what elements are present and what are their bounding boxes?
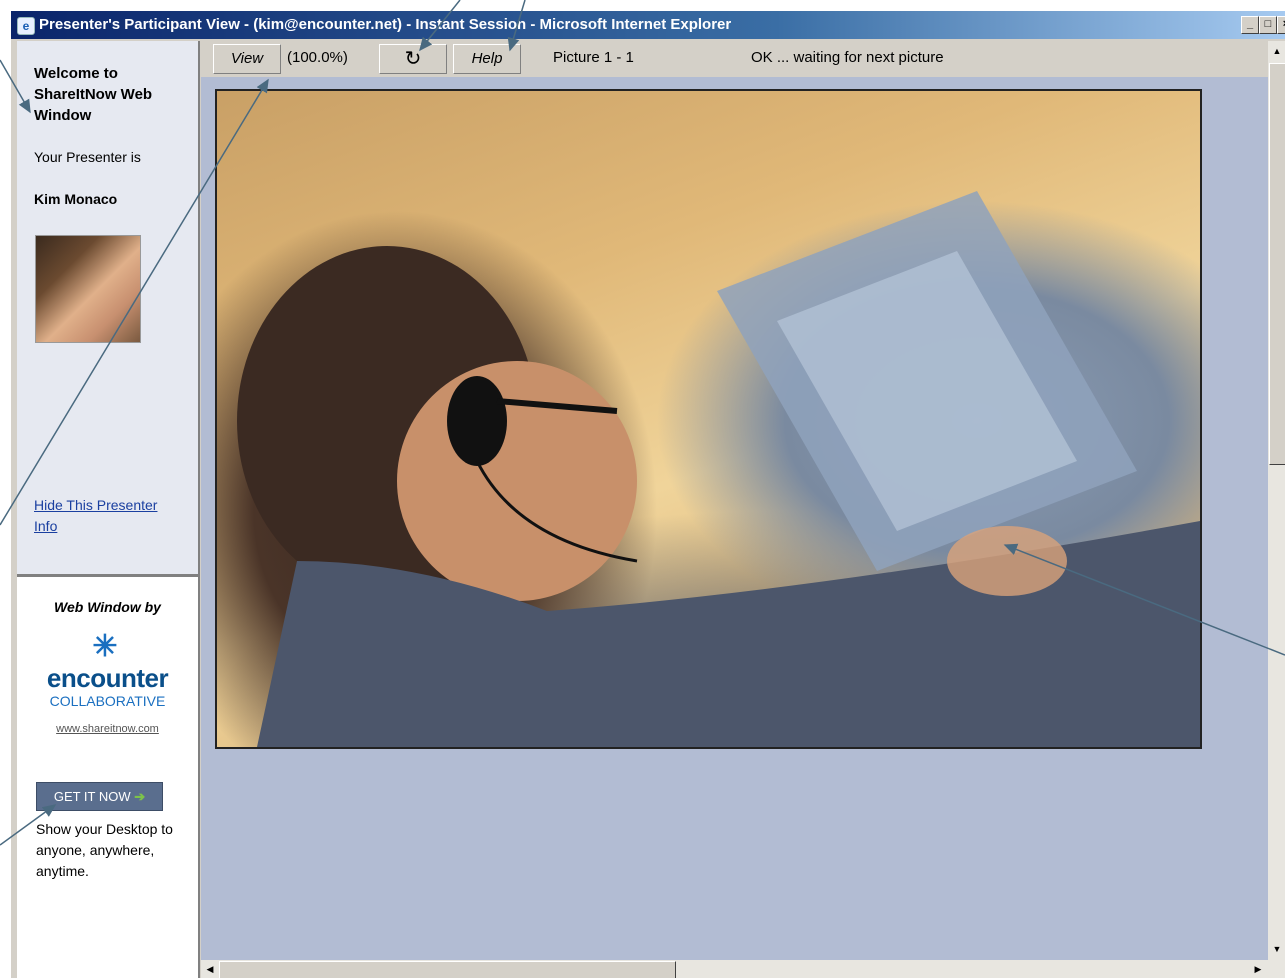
- shared-picture-drawing: [237, 191, 1200, 747]
- status-text: OK ... waiting for next picture: [751, 49, 944, 66]
- presenter-label: Your Presenter is: [34, 149, 141, 165]
- ad-panel: Web Window by ✳ encounter COLLABORATIVE …: [17, 577, 198, 978]
- maximize-button[interactable]: □: [1259, 16, 1277, 34]
- zoom-level: (100.0%): [287, 49, 348, 66]
- ie-icon: e: [17, 17, 35, 35]
- get-it-now-button[interactable]: GET IT NOW ➔: [36, 782, 163, 811]
- presenter-info-panel: Welcome to ShareItNow Web Window Your Pr…: [17, 41, 198, 577]
- close-button[interactable]: ×: [1277, 16, 1285, 34]
- ad-brand: encounter: [46, 663, 169, 693]
- title-bar[interactable]: e Presenter's Participant View - (kim@en…: [11, 11, 1285, 39]
- presenter-name: Kim Monaco: [34, 191, 118, 207]
- horizontal-scrollbar[interactable]: ◀ ▶: [201, 960, 1268, 978]
- help-button[interactable]: Help: [453, 44, 521, 74]
- encounter-logo-icon: ✳: [92, 630, 118, 663]
- ad-url-link[interactable]: www.shareitnow.com: [17, 723, 198, 735]
- hide-presenter-info-link[interactable]: Hide This Presenter Info: [34, 495, 184, 537]
- vertical-scrollbar[interactable]: ▲ ▼: [1268, 41, 1285, 978]
- scroll-up-icon[interactable]: ▲: [1269, 43, 1285, 59]
- presenter-sidebar: Welcome to ShareItNow Web Window Your Pr…: [17, 41, 200, 978]
- refresh-icon[interactable]: ↻: [379, 44, 447, 74]
- presenter-avatar: [35, 235, 141, 343]
- scroll-left-icon[interactable]: ◀: [202, 961, 218, 977]
- view-button[interactable]: View: [213, 44, 281, 74]
- scroll-down-icon[interactable]: ▼: [1269, 941, 1285, 957]
- shared-picture: [215, 89, 1202, 749]
- welcome-heading: Welcome to ShareItNow Web Window: [34, 65, 153, 124]
- viewer-toolbar: View (100.0%) ↻ Help Picture 1 - 1 OK ..…: [201, 41, 1268, 77]
- main-view: View (100.0%) ↻ Help Picture 1 - 1 OK ..…: [201, 41, 1285, 978]
- minimize-button[interactable]: _: [1241, 16, 1259, 34]
- scroll-right-icon[interactable]: ▶: [1250, 961, 1266, 977]
- window-title: Presenter's Participant View - (kim@enco…: [39, 16, 732, 33]
- horizontal-scroll-thumb[interactable]: [219, 961, 676, 978]
- ad-heading: Web Window by: [54, 599, 161, 615]
- picture-counter: Picture 1 - 1: [553, 49, 634, 66]
- ad-tagline: Show your Desktop to anyone, anywhere, a…: [36, 821, 173, 879]
- vertical-scroll-thumb[interactable]: [1269, 63, 1285, 465]
- arrow-right-icon: ➔: [134, 789, 146, 804]
- ad-brand-sub: COLLABORATIVE: [49, 693, 166, 709]
- browser-window: e Presenter's Participant View - (kim@en…: [10, 10, 1285, 978]
- get-it-now-label: GET IT NOW: [53, 789, 131, 804]
